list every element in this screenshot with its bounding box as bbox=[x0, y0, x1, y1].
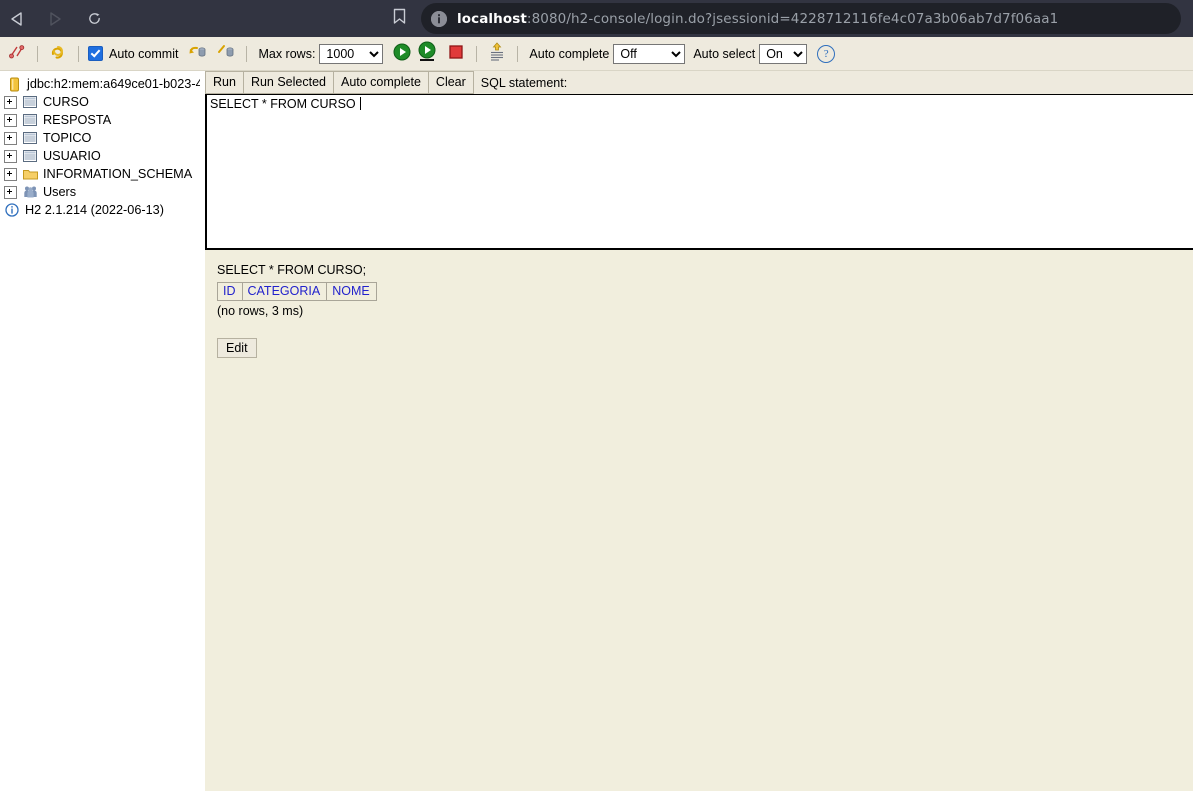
toolbar-divider-4 bbox=[476, 45, 478, 62]
disconnect-button[interactable] bbox=[6, 43, 28, 65]
run-sql-button[interactable]: Run bbox=[205, 71, 244, 94]
clear-sql-button[interactable]: Clear bbox=[428, 71, 474, 94]
address-bar[interactable]: localhost:8080/h2-console/login.do?jsess… bbox=[421, 3, 1181, 34]
url-host: localhost bbox=[457, 10, 527, 27]
result-status-text: (no rows, 3 ms) bbox=[217, 304, 304, 318]
column-header-categoria[interactable]: CATEGORIA bbox=[241, 282, 328, 301]
refresh-button[interactable] bbox=[47, 43, 69, 65]
rollback-icon bbox=[216, 43, 236, 64]
max-rows-select[interactable]: 1000 bbox=[319, 43, 384, 64]
bookmark-icon bbox=[393, 8, 406, 30]
column-header-nome[interactable]: NOME bbox=[326, 282, 377, 301]
expander-icon[interactable] bbox=[4, 95, 17, 109]
info-icon bbox=[4, 202, 20, 218]
table-icon bbox=[22, 148, 38, 164]
run-button[interactable] bbox=[391, 43, 413, 65]
auto-complete-icon bbox=[488, 42, 506, 65]
reload-icon bbox=[87, 11, 102, 26]
tree-item-users[interactable]: Users bbox=[0, 183, 200, 201]
tree-item-table-topico[interactable]: TOPICO bbox=[0, 129, 200, 147]
info-circle-icon[interactable] bbox=[431, 10, 447, 27]
run-icon bbox=[392, 42, 412, 65]
toolbar-divider-3 bbox=[246, 45, 248, 62]
bookmark-button[interactable] bbox=[386, 0, 412, 37]
sql-statement-label: SQL statement: bbox=[480, 75, 568, 90]
version-label: H2 2.1.214 (2022-06-13) bbox=[25, 203, 164, 217]
tree-item-table-usuario[interactable]: USUARIO bbox=[0, 147, 200, 165]
help-button[interactable]: ? bbox=[817, 44, 836, 63]
text-caret bbox=[360, 97, 362, 110]
expander-icon[interactable] bbox=[4, 131, 17, 145]
table-label: RESPOSTA bbox=[43, 113, 112, 127]
tree-item-table-resposta[interactable]: RESPOSTA bbox=[0, 111, 200, 129]
table-icon bbox=[22, 130, 38, 146]
database-tree-sidebar: jdbc:h2:mem:a649ce01-b023-41… CURSO bbox=[0, 71, 200, 791]
folder-icon bbox=[22, 166, 38, 182]
expander-icon[interactable] bbox=[4, 149, 17, 163]
toolbar-divider-2 bbox=[78, 45, 79, 62]
table-icon bbox=[22, 112, 38, 128]
connection-url-label: jdbc:h2:mem:a649ce01-b023-41… bbox=[27, 77, 200, 91]
result-table: ID CATEGORIA NOME bbox=[217, 282, 377, 301]
rollback-button[interactable] bbox=[215, 43, 237, 65]
executed-query-text: SELECT * FROM CURSO; bbox=[217, 263, 367, 277]
column-header-id[interactable]: ID bbox=[217, 282, 243, 301]
auto-commit-checkbox[interactable] bbox=[88, 46, 103, 61]
sql-editor[interactable]: SELECT * FROM CURSO bbox=[205, 95, 1193, 250]
sql-toolbar: Run Run Selected Auto complete Clear SQL… bbox=[205, 71, 1193, 95]
auto-complete-select[interactable]: Off bbox=[613, 43, 686, 64]
table-label: USUARIO bbox=[43, 149, 101, 163]
expander-icon[interactable] bbox=[4, 113, 17, 127]
auto-complete-label: Auto complete bbox=[529, 46, 610, 61]
h2-toolbar: Auto commit Max rows: 1000 Auto complete… bbox=[0, 37, 1193, 71]
max-rows-label: Max rows: bbox=[258, 46, 316, 61]
forward-button[interactable] bbox=[36, 0, 72, 37]
toolbar-divider-5 bbox=[517, 45, 519, 62]
table-icon bbox=[22, 94, 38, 110]
run-selected-sql-button[interactable]: Run Selected bbox=[243, 71, 334, 94]
expander-icon[interactable] bbox=[4, 185, 17, 199]
url-text: localhost:8080/h2-console/login.do?jsess… bbox=[457, 11, 1058, 27]
reload-button[interactable] bbox=[76, 0, 112, 37]
expander-icon[interactable] bbox=[4, 167, 17, 181]
stop-icon bbox=[448, 44, 464, 63]
information-schema-label: INFORMATION_SCHEMA bbox=[43, 167, 193, 181]
refresh-icon bbox=[49, 43, 67, 64]
edit-button[interactable]: Edit bbox=[217, 338, 257, 358]
back-arrow-icon bbox=[10, 11, 26, 27]
toolbar-divider-1 bbox=[37, 45, 38, 62]
run-selected-icon bbox=[417, 41, 439, 66]
tree-item-version: H2 2.1.214 (2022-06-13) bbox=[0, 201, 200, 219]
browser-chrome: localhost:8080/h2-console/login.do?jsess… bbox=[0, 0, 1193, 37]
users-icon bbox=[22, 184, 38, 200]
stop-button[interactable] bbox=[445, 43, 467, 65]
run-selected-button[interactable] bbox=[417, 41, 439, 66]
tree-item-connection[interactable]: jdbc:h2:mem:a649ce01-b023-41… bbox=[0, 75, 200, 93]
url-path: :8080/h2-console/login.do?jsessionid=422… bbox=[526, 10, 1059, 27]
main-panel: Run Run Selected Auto complete Clear SQL… bbox=[205, 71, 1193, 791]
auto-complete-toggle-button[interactable] bbox=[486, 42, 508, 65]
auto-select-select[interactable]: On bbox=[759, 43, 808, 64]
auto-complete-sql-button[interactable]: Auto complete bbox=[334, 71, 429, 94]
table-label: CURSO bbox=[43, 95, 89, 109]
tree-item-table-curso[interactable]: CURSO bbox=[0, 93, 200, 111]
tree-item-information-schema[interactable]: INFORMATION_SCHEMA bbox=[0, 165, 200, 183]
forward-arrow-icon bbox=[46, 11, 62, 27]
results-panel: SELECT * FROM CURSO; ID CATEGORIA NOME (… bbox=[205, 250, 1193, 791]
auto-commit-label: Auto commit bbox=[109, 46, 179, 61]
result-table-header-row: ID CATEGORIA NOME bbox=[217, 282, 377, 301]
console-body: jdbc:h2:mem:a649ce01-b023-41… CURSO bbox=[0, 71, 1193, 791]
commit-icon bbox=[188, 43, 208, 64]
commit-button[interactable] bbox=[187, 43, 209, 65]
auto-select-label: Auto select bbox=[693, 46, 756, 61]
disconnect-icon bbox=[8, 43, 26, 64]
sql-editor-text: SELECT * FROM CURSO bbox=[210, 97, 360, 111]
users-label: Users bbox=[43, 185, 77, 199]
back-button[interactable] bbox=[0, 0, 36, 37]
table-label: TOPICO bbox=[43, 131, 92, 145]
database-icon bbox=[6, 76, 22, 92]
